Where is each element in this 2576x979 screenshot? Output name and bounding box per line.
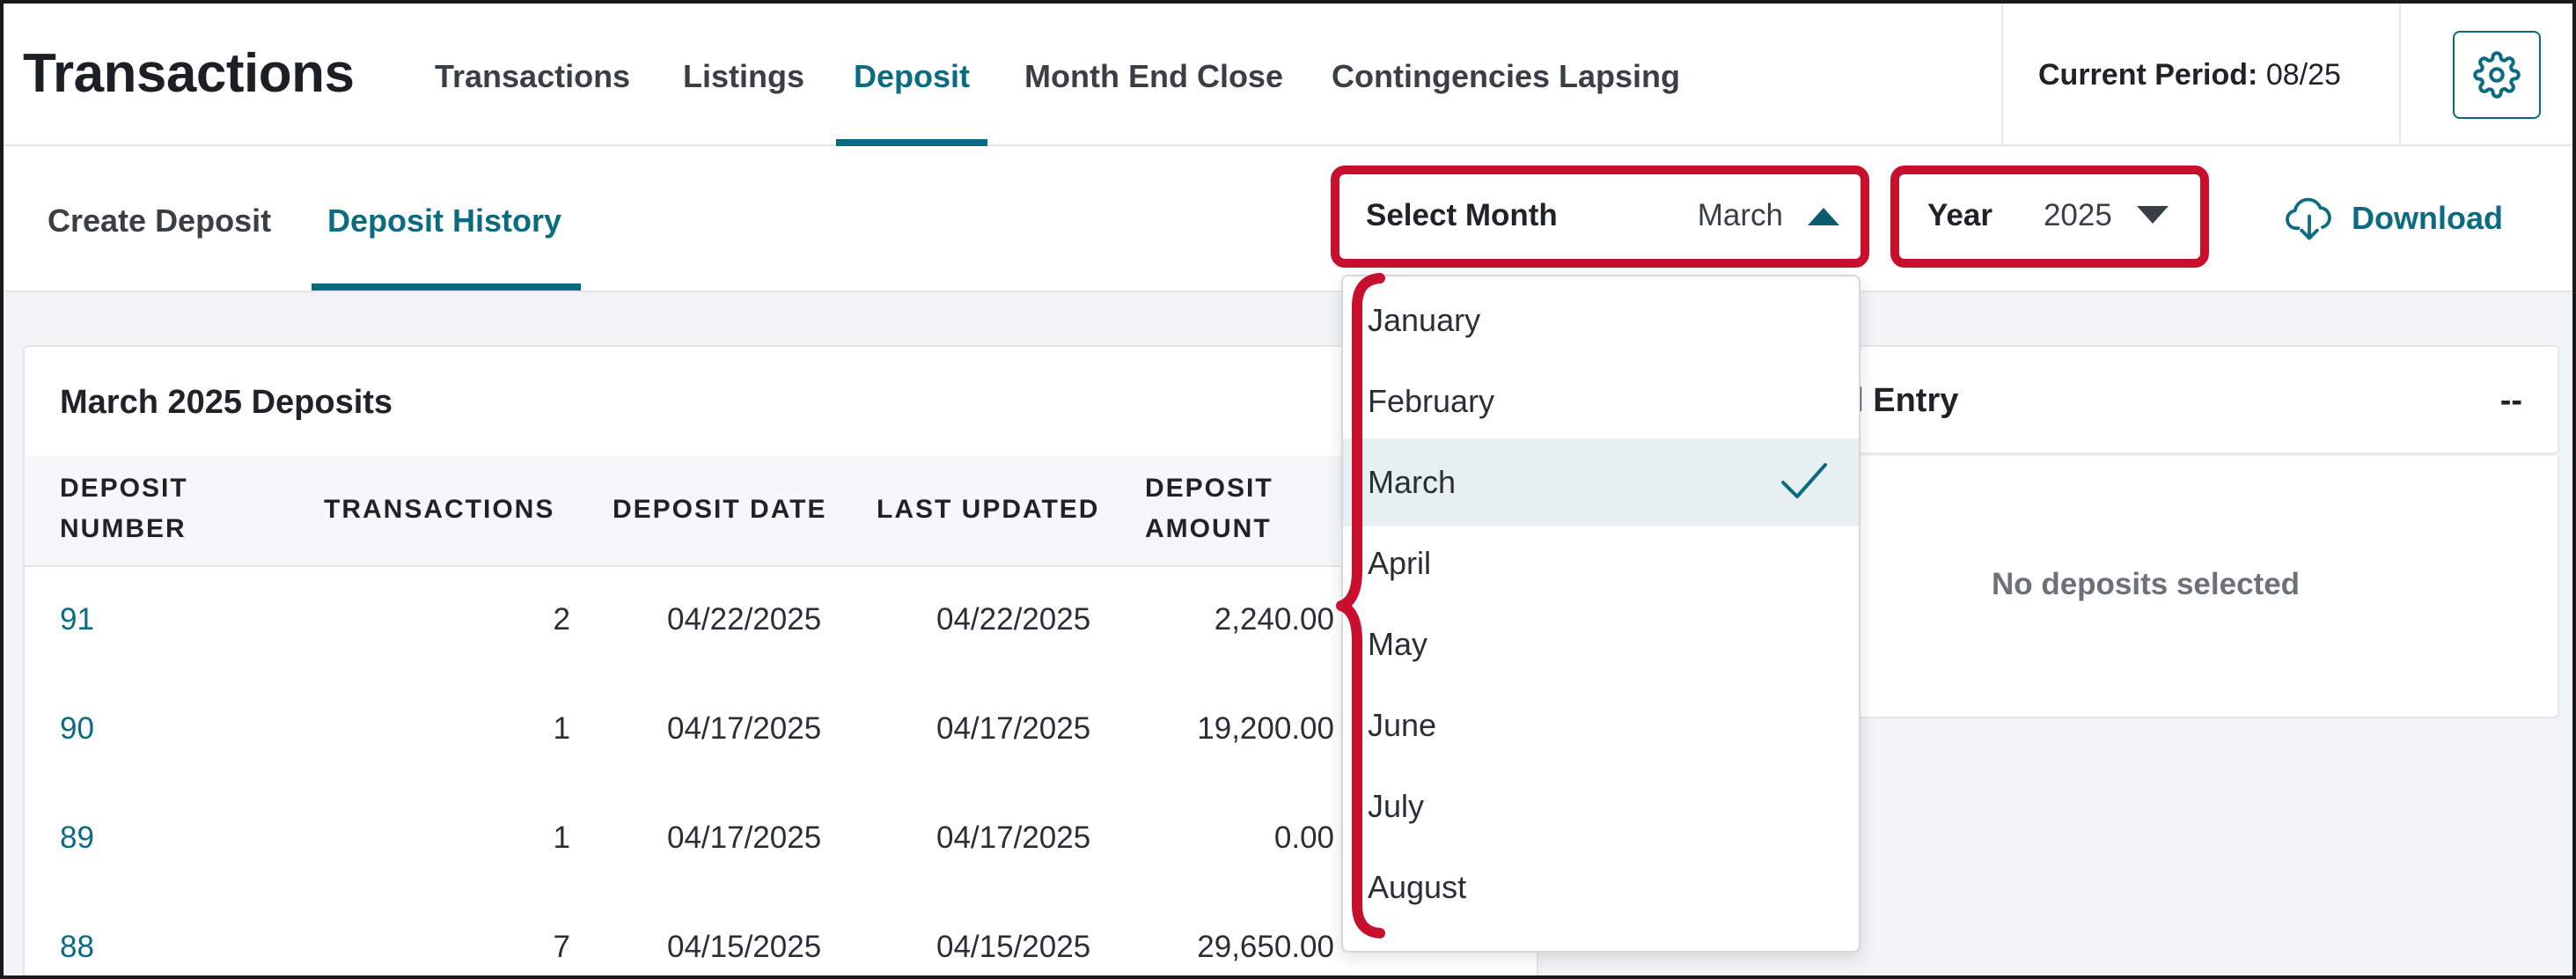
deposit-date-cell: 04/17/2025 (667, 821, 822, 855)
amount-cell: 0.00 (1273, 821, 1334, 855)
active-subtab-indicator (312, 283, 581, 291)
sub-nav: Create Deposit Deposit History Select Mo… (4, 146, 2572, 292)
select-month-dropdown[interactable]: Select Month March (1341, 173, 1866, 259)
tab-deposit-history[interactable]: Deposit History (327, 202, 561, 239)
transactions-cell: 2 (553, 602, 570, 637)
month-option-august[interactable]: August (1343, 843, 1859, 931)
caret-up-icon (1808, 208, 1839, 225)
month-option-april[interactable]: April (1343, 519, 1859, 607)
tab-listings[interactable]: Listings (683, 58, 804, 95)
deposit-number-link[interactable]: 90 (60, 711, 94, 747)
deposit-date-cell: 04/17/2025 (667, 711, 822, 746)
month-option-label: March (1368, 464, 1457, 500)
last-updated-cell: 04/17/2025 (936, 821, 1091, 855)
nav-divider (2001, 4, 2003, 146)
page-title: Transactions (23, 43, 355, 104)
month-option-march[interactable]: March (1343, 438, 1859, 526)
amount-cell: 29,650.00 (1197, 930, 1334, 964)
download-button[interactable]: Download (2283, 192, 2503, 245)
col-deposit-amount-line2: AMOUNT (1145, 514, 1272, 543)
year-label: Year (1927, 198, 1993, 232)
select-month-label: Select Month (1366, 198, 1558, 232)
last-updated-cell: 04/22/2025 (936, 602, 1091, 637)
col-last-updated[interactable]: LAST UPDATED (877, 490, 1099, 530)
tab-create-deposit[interactable]: Create Deposit (48, 202, 271, 239)
transactions-cell: 1 (553, 711, 570, 746)
settings-button[interactable] (2453, 31, 2541, 119)
current-period-label: Current Period: (2038, 58, 2258, 92)
deposits-card: March 2025 Deposits DEPOSIT NUMBER TRANS… (23, 345, 1538, 975)
tab-transactions[interactable]: Transactions (435, 58, 630, 95)
amount-cell: 2,240.00 (1214, 602, 1334, 637)
month-option-july[interactable]: July (1343, 762, 1859, 850)
nav-divider (2399, 4, 2401, 146)
col-deposit-number-line1: DEPOSIT (60, 474, 188, 503)
month-option-january[interactable]: January (1343, 276, 1859, 364)
tab-month-end-close[interactable]: Month End Close (1024, 58, 1283, 95)
year-dropdown[interactable]: Year 2025 (1903, 173, 2202, 259)
deposit-number-link[interactable]: 89 (60, 821, 94, 856)
cloud-download-icon (2286, 197, 2331, 240)
col-deposit-number-line2: NUMBER (60, 514, 187, 543)
checkmark-icon (1781, 463, 1827, 498)
top-nav: Transactions Transactions Listings Depos… (4, 4, 2572, 146)
month-option-february[interactable]: February (1343, 357, 1859, 445)
month-option-june[interactable]: June (1343, 681, 1859, 769)
col-deposit-amount-line1: DEPOSIT (1145, 474, 1273, 503)
deposit-date-cell: 04/15/2025 (667, 930, 822, 964)
col-deposit-amount[interactable]: DEPOSIT AMOUNT (1145, 468, 1273, 549)
amount-cell: 19,200.00 (1197, 711, 1334, 746)
deposit-date-cell: 04/22/2025 (667, 602, 822, 637)
download-label: Download (2352, 200, 2503, 236)
select-month-value: March (1697, 198, 1783, 232)
month-dropdown-menu: January February March April May June Ju… (1341, 275, 1860, 953)
gear-icon (2473, 51, 2521, 99)
col-deposit-number[interactable]: DEPOSIT NUMBER (60, 468, 188, 549)
deposit-number-link[interactable]: 91 (60, 602, 94, 637)
year-value: 2025 (2043, 198, 2112, 232)
current-period: Current Period: 08/25 (2038, 58, 2341, 92)
active-tab-indicator (836, 139, 987, 146)
deposit-number-link[interactable]: 88 (60, 930, 94, 965)
col-deposit-date[interactable]: DEPOSIT DATE (613, 490, 826, 530)
tab-contingencies-lapsing[interactable]: Contingencies Lapsing (1332, 58, 1680, 95)
journal-entry-dash: -- (2499, 382, 2522, 419)
table-header: DEPOSIT NUMBER TRANSACTIONS DEPOSIT DATE… (25, 456, 1537, 567)
month-option-may[interactable]: May (1343, 600, 1859, 688)
transactions-cell: 1 (553, 821, 570, 855)
transactions-cell: 7 (553, 930, 570, 964)
last-updated-cell: 04/17/2025 (936, 711, 1091, 746)
last-updated-cell: 04/15/2025 (936, 930, 1091, 964)
tab-deposit[interactable]: Deposit (854, 58, 970, 95)
current-period-value: 08/25 (2265, 58, 2341, 92)
deposits-title: March 2025 Deposits (60, 384, 393, 421)
col-transactions[interactable]: TRANSACTIONS (324, 490, 554, 530)
caret-down-icon (2136, 206, 2169, 224)
screenshot-frame: Transactions Transactions Listings Depos… (0, 0, 2576, 979)
